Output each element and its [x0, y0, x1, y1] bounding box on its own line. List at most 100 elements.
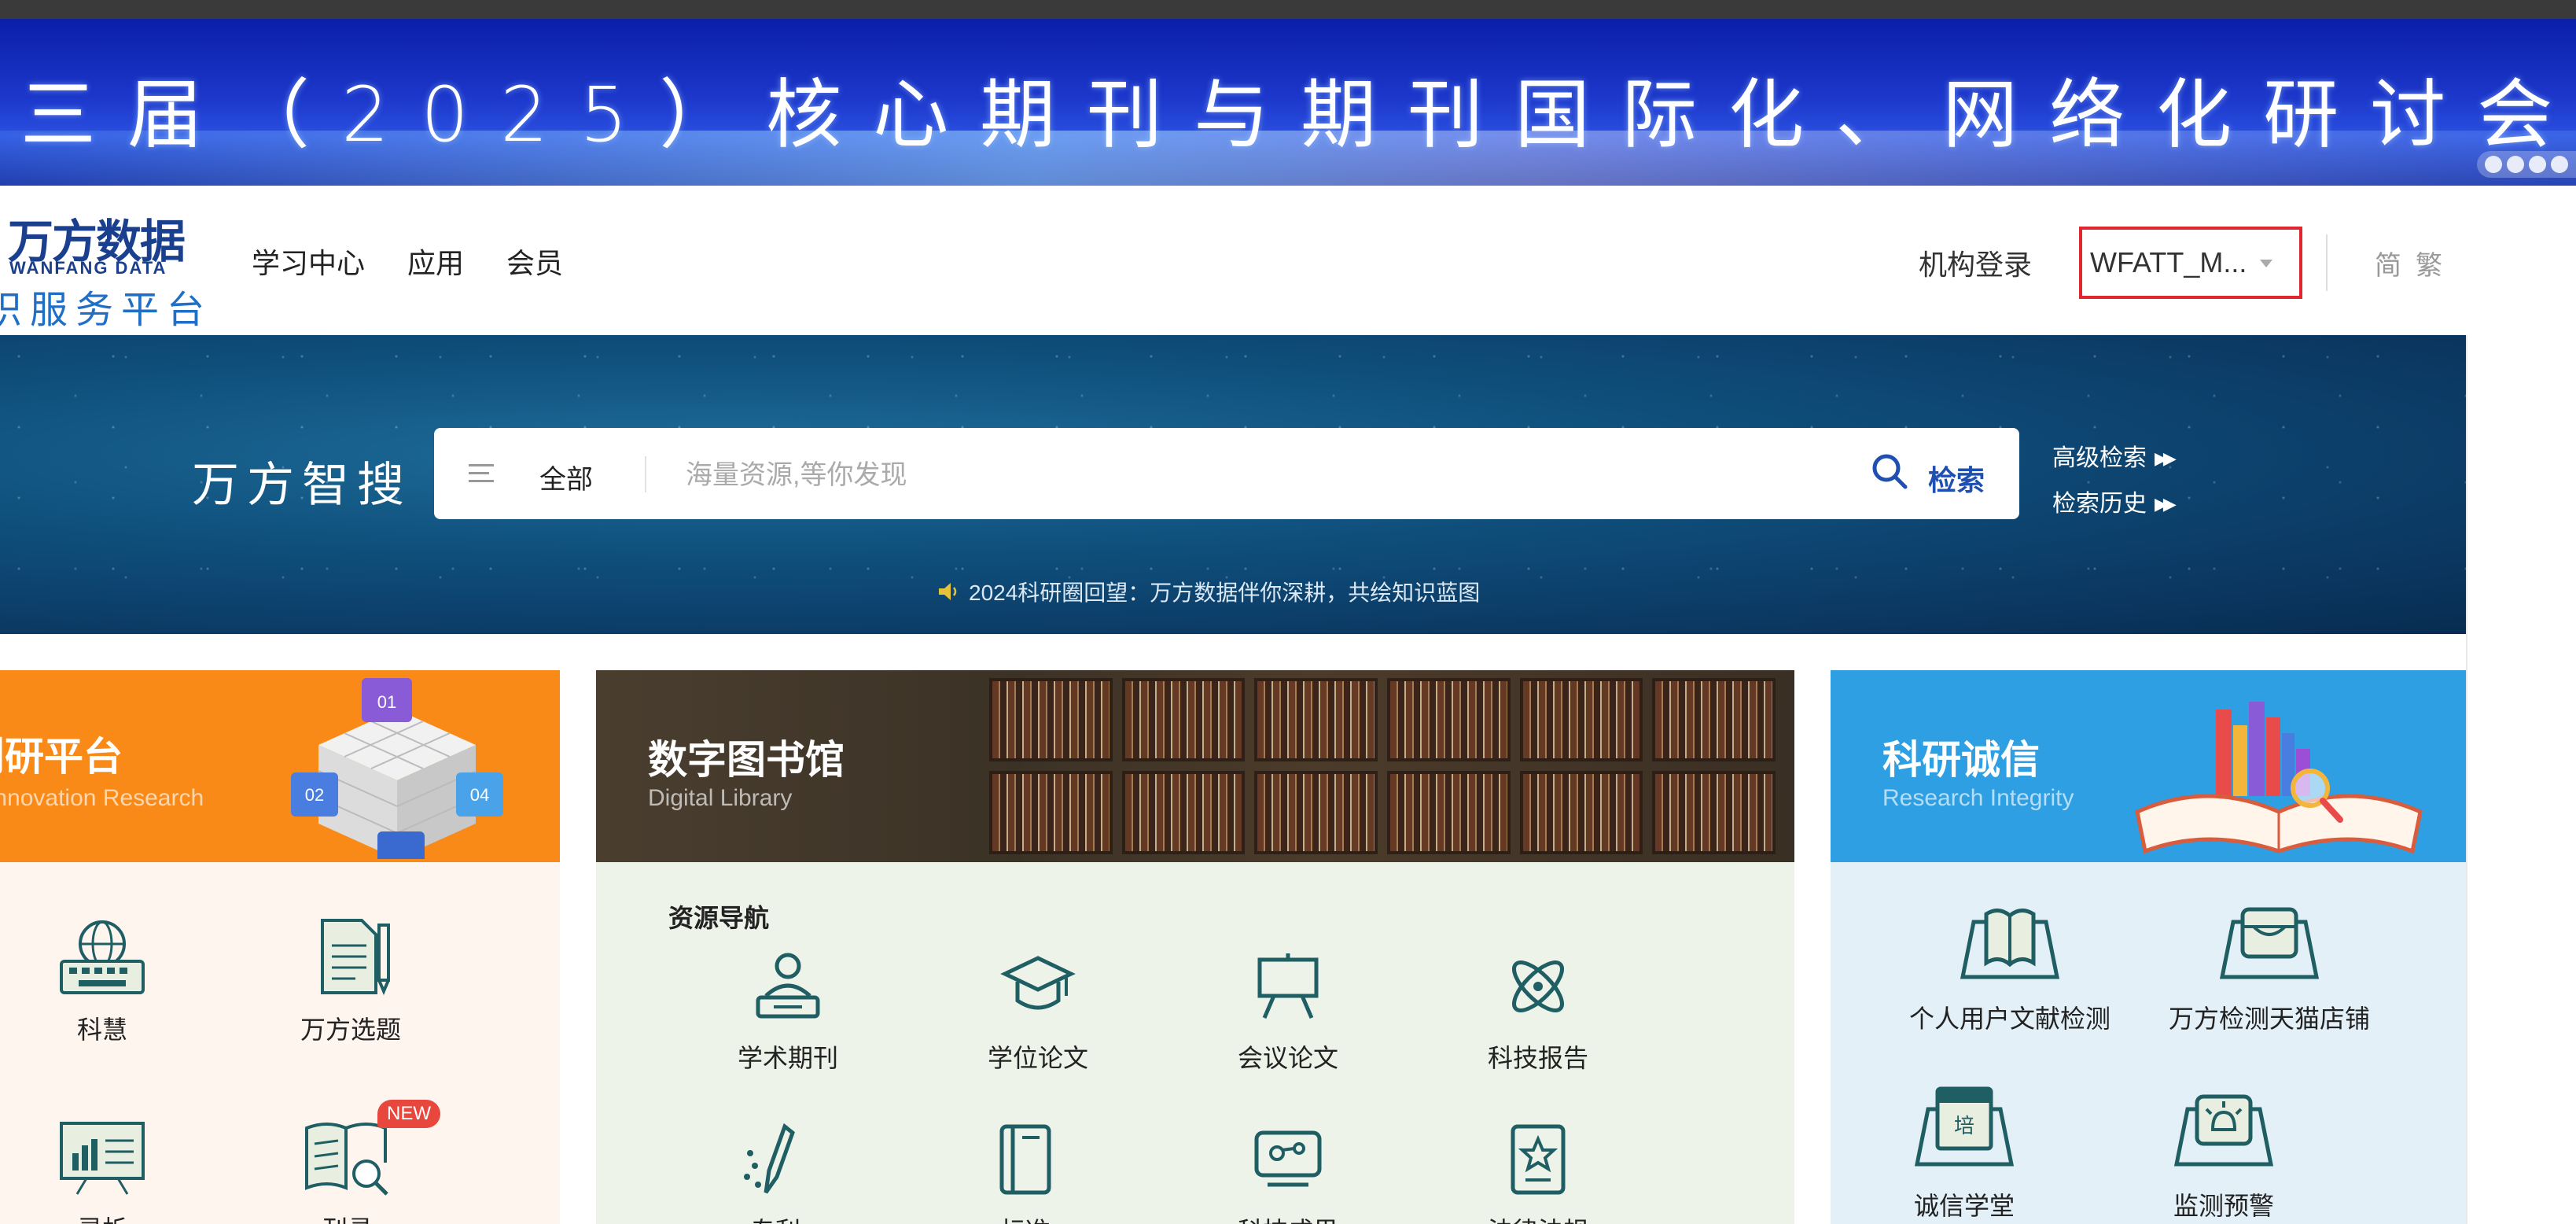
- banner-dot[interactable]: [2485, 156, 2502, 173]
- card-header[interactable]: 数字图书馆 Digital Library: [596, 670, 1794, 862]
- resource-label: 学位论文: [988, 1044, 1089, 1072]
- language-switch: 简繁: [2375, 244, 2456, 282]
- search-icon[interactable]: [1870, 452, 1909, 491]
- service-plagiarism-check[interactable]: 个人用户文献检测: [1909, 898, 2110, 1035]
- banner-dot[interactable]: [2529, 156, 2546, 173]
- app-label: 刊寻: [322, 1210, 373, 1224]
- browser-top-bar: [0, 0, 2576, 19]
- promo-banner[interactable]: 三届（2025）核心期刊与期刊国际化、网络化研讨会征文通: [0, 19, 2576, 186]
- search-hero: 万方智搜 全部 检索 高级检索 ▶▶ 检索历史 ▶▶ 2024科研圈回望：万方数据伴…: [0, 335, 2466, 634]
- lang-traditional[interactable]: 繁: [2416, 251, 2456, 281]
- law-badge-icon: [1511, 1124, 1566, 1195]
- resource-label: 法律法规: [1488, 1211, 1588, 1224]
- card-body: 个人用户文献检测 万方检测天猫店铺 培 诚信学堂 监测预警: [1831, 862, 2466, 1224]
- banner-dot[interactable]: [2507, 156, 2524, 173]
- right-margin: [2466, 335, 2576, 1224]
- resource-standards[interactable]: 标准: [988, 1122, 1063, 1224]
- advanced-search-label: 高级检索: [2052, 445, 2147, 471]
- nav-item-learning-center[interactable]: 学习中心: [252, 241, 365, 282]
- card-title: 创研平台: [0, 735, 123, 779]
- user-name: WFATT_M...: [2090, 246, 2247, 278]
- atom-icon: [1512, 960, 1564, 1012]
- card-header[interactable]: 科研诚信 Research Integrity: [1831, 670, 2466, 862]
- app-topic-selection[interactable]: 万方选题: [300, 917, 401, 1046]
- cube-label: 02: [305, 785, 324, 805]
- graduation-cap-icon: [1000, 956, 1076, 1010]
- app-label: 灵析: [77, 1210, 127, 1224]
- resource-label: 科技成果: [1238, 1211, 1338, 1224]
- card-subtitle: Digital Library: [648, 785, 793, 811]
- advanced-search-link[interactable]: 高级检索 ▶▶: [2052, 436, 2177, 481]
- page: { "banner": { "title": "三届（2025）核心期刊与期刊国…: [0, 0, 2576, 1224]
- resource-laws[interactable]: 法律法规: [1488, 1122, 1588, 1224]
- announcement[interactable]: 2024科研圈回望：万方数据伴你深耕，共绘知识蓝图: [937, 576, 1480, 607]
- app-journal-finder[interactable]: NEW 刊寻: [300, 1100, 440, 1224]
- resource-reports[interactable]: 科技报告: [1488, 949, 1588, 1075]
- announcement-text: 2024科研圈回望：万方数据伴你深耕，共绘知识蓝图: [969, 581, 1481, 605]
- logo-en: WANFANG DATA: [9, 258, 167, 278]
- search-button[interactable]: 检索: [1928, 458, 1985, 499]
- open-book-illustration: [2135, 702, 2423, 854]
- cube-label: 01: [377, 692, 396, 712]
- service-label: 诚信学堂: [1913, 1192, 2015, 1220]
- resource-label: 标准: [1000, 1211, 1051, 1224]
- card-title: 科研诚信: [1882, 738, 2040, 782]
- document-pen-icon: [321, 919, 390, 996]
- card-subtitle: Innovation Research: [0, 785, 204, 811]
- banner-title[interactable]: 三届（2025）核心期刊与期刊国际化、网络化研讨会征文通: [20, 53, 2576, 163]
- card-research-integrity: 科研诚信 Research Integrity 个人用户文献检测 万方检测天猫店…: [1831, 670, 2466, 1224]
- card-body: 科慧 万方选题 灵析 NEW 刊寻: [0, 862, 560, 1224]
- user-account-dropdown[interactable]: WFATT_M...: [2079, 227, 2303, 299]
- card-innovation-research: 创研平台 Innovation Research 01 02 04 科慧: [0, 670, 560, 1224]
- search-divider: [645, 456, 646, 492]
- right-margin-edge: [2466, 335, 2467, 1224]
- main-nav: 学习中心 应用 会员: [252, 241, 563, 282]
- nav-item-membership[interactable]: 会员: [506, 241, 563, 282]
- resource-nav-title: 资源导航: [668, 904, 770, 932]
- wanfang-logo[interactable]: 万方数据 WANFANG DATA 识服务平台: [0, 200, 204, 331]
- service-label: 监测预警: [2173, 1192, 2274, 1220]
- app-label: 科慧: [76, 1016, 127, 1044]
- header-right: 机构登录 WFATT_M... 简繁: [1919, 227, 2456, 299]
- nav-item-apps[interactable]: 应用: [407, 241, 464, 282]
- resource-patents[interactable]: 专利: [738, 1122, 813, 1224]
- lang-simplified[interactable]: 简: [2375, 251, 2416, 281]
- resource-conference[interactable]: 会议论文: [1238, 949, 1338, 1075]
- app-kehui[interactable]: 科慧: [55, 917, 149, 1046]
- achievement-icon: [1254, 1130, 1322, 1187]
- reader-icon: [756, 953, 820, 1019]
- card-header[interactable]: 创研平台 Innovation Research 01 02 04: [0, 670, 560, 862]
- app-lingxi[interactable]: 灵析: [55, 1117, 149, 1224]
- card-title: 数字图书馆: [648, 738, 845, 782]
- pen-nib-icon: [744, 1123, 795, 1194]
- resource-theses[interactable]: 学位论文: [988, 949, 1088, 1075]
- resource-label: 学术期刊: [738, 1044, 839, 1072]
- banner-dot[interactable]: [2551, 156, 2568, 173]
- svg-text:培: 培: [1954, 1115, 1974, 1138]
- resource-label: 会议论文: [1238, 1044, 1339, 1072]
- service-tmall-store[interactable]: 万方检测天猫店铺: [2169, 898, 2370, 1035]
- caret-down-icon: [2260, 260, 2273, 267]
- search-links: 高级检索 ▶▶ 检索历史 ▶▶: [2052, 436, 2177, 527]
- service-monitoring-alerts[interactable]: 监测预警: [2169, 1086, 2279, 1222]
- resource-achievements[interactable]: 科技成果: [1238, 1122, 1338, 1224]
- site-header: 万方数据 WANFANG DATA 识服务平台 学习中心 应用 会员 机构登录 …: [0, 186, 2576, 335]
- easel-icon: [1257, 953, 1319, 1019]
- store-icon: [2219, 907, 2320, 979]
- search-scope-select[interactable]: 全部: [539, 458, 593, 496]
- app-label: 万方选题: [300, 1016, 402, 1044]
- resource-journals[interactable]: 学术期刊: [738, 949, 838, 1075]
- menu-icon[interactable]: [469, 464, 494, 485]
- double-chevron-right-icon: ▶▶: [2155, 448, 2177, 468]
- search-history-link[interactable]: 检索历史 ▶▶: [2052, 481, 2177, 527]
- book-icon: [999, 1124, 1051, 1195]
- resource-label: 科技报告: [1488, 1044, 1589, 1072]
- search-input[interactable]: [686, 452, 1755, 499]
- service-integrity-classroom[interactable]: 培 诚信学堂: [1909, 1086, 2019, 1222]
- globe-keyboard-icon: [60, 920, 145, 994]
- divider: [2326, 234, 2328, 291]
- new-badge: NEW: [377, 1100, 440, 1128]
- institution-login-link[interactable]: 机构登录: [1919, 242, 2032, 283]
- banner-pagination[interactable]: [2477, 151, 2576, 178]
- search-box: 全部 检索: [434, 428, 2019, 519]
